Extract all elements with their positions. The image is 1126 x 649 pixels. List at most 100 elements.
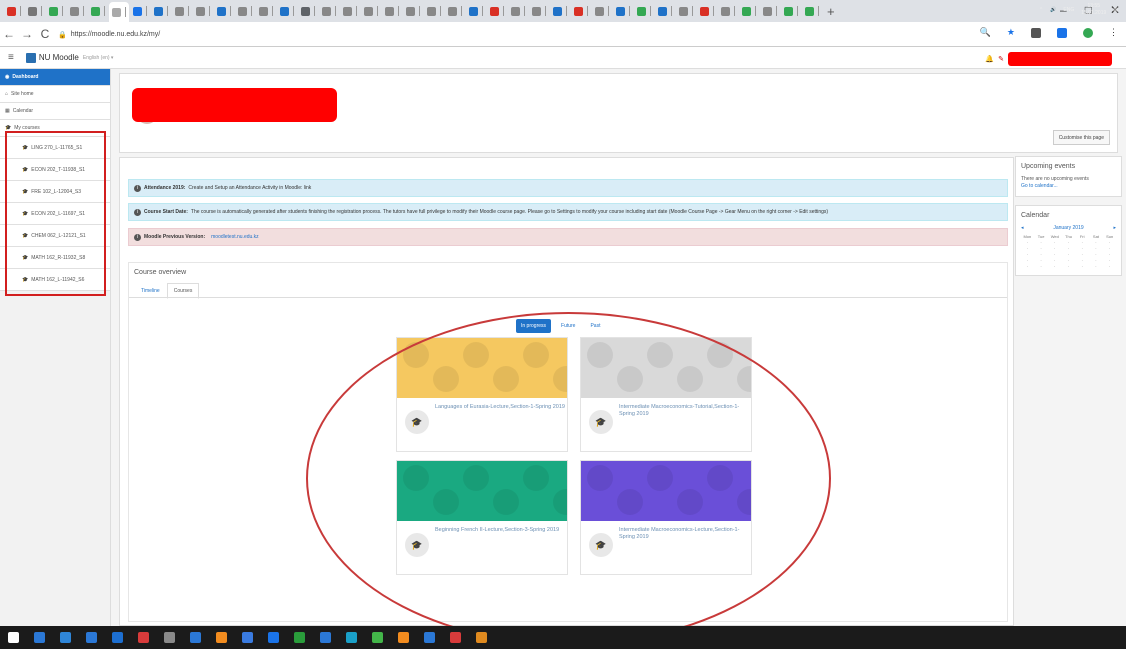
browser-tab[interactable] <box>760 3 780 19</box>
reload-button[interactable]: C <box>36 27 54 41</box>
browser-tab[interactable] <box>739 3 759 19</box>
calendar-day-cell[interactable]: · <box>1035 264 1048 269</box>
browser-tab[interactable] <box>88 3 108 19</box>
browser-tab[interactable] <box>319 3 339 19</box>
notifications-icon[interactable]: ▤ <box>1113 7 1118 13</box>
browser-tab[interactable] <box>361 3 381 19</box>
taskbar-app-icon[interactable] <box>138 632 149 643</box>
user-menu[interactable]: 🔔 ✎ <box>985 52 1112 66</box>
calendar-day-cell[interactable]: · <box>1103 240 1116 245</box>
browser-tab[interactable] <box>571 3 591 19</box>
calendar-day-cell[interactable]: · <box>1076 240 1089 245</box>
browser-tab[interactable] <box>676 3 696 19</box>
calendar-day-cell[interactable]: · <box>1035 240 1048 245</box>
calendar-day-cell[interactable]: · <box>1048 252 1061 257</box>
taskbar-app-icon[interactable] <box>242 632 253 643</box>
calendar-day-cell[interactable]: · <box>1062 246 1075 251</box>
calendar-day-cell[interactable]: · <box>1062 264 1075 269</box>
calendar-day-cell[interactable]: · <box>1021 252 1034 257</box>
taskbar-app-icon[interactable] <box>268 632 279 643</box>
browser-tab[interactable] <box>235 3 255 19</box>
extension-icon[interactable] <box>1031 27 1041 38</box>
taskbar-app-icon[interactable] <box>346 632 357 643</box>
taskbar-app-icon[interactable] <box>164 632 175 643</box>
language-indicator[interactable]: ENG <box>1063 7 1074 13</box>
calendar-day-cell[interactable]: · <box>1090 252 1103 257</box>
taskbar-app-icon[interactable] <box>86 632 97 643</box>
calendar-day-cell[interactable]: · <box>1062 258 1075 263</box>
calendar-day-cell[interactable]: · <box>1090 264 1103 269</box>
browser-tab[interactable] <box>403 3 423 19</box>
browser-tab[interactable] <box>130 3 150 19</box>
sidebar-item[interactable]: ▦ Calendar <box>0 103 110 120</box>
calendar-day-cell[interactable]: · <box>1021 240 1034 245</box>
taskbar-app-icon[interactable] <box>34 632 45 643</box>
browser-tab[interactable] <box>340 3 360 19</box>
taskbar-app-icon[interactable] <box>398 632 409 643</box>
taskbar-app-icon[interactable] <box>216 632 227 643</box>
taskbar-app-icon[interactable] <box>190 632 201 643</box>
browser-tab[interactable] <box>424 3 444 19</box>
browser-tab[interactable] <box>550 3 570 19</box>
message-icon[interactable]: ✎ <box>998 55 1004 63</box>
extension-icon-2[interactable] <box>1057 27 1067 38</box>
browser-tab[interactable] <box>298 3 318 19</box>
next-month-button[interactable]: ▸ <box>1113 225 1116 231</box>
browser-tab[interactable] <box>697 3 717 19</box>
calendar-day-cell[interactable]: · <box>1103 246 1116 251</box>
browser-tab[interactable] <box>46 3 66 19</box>
browser-tab[interactable] <box>109 2 129 22</box>
redacted-username[interactable] <box>1008 52 1112 66</box>
browser-tab[interactable] <box>508 3 528 19</box>
calendar-day-cell[interactable]: · <box>1048 258 1061 263</box>
taskbar-app-icon[interactable] <box>60 632 71 643</box>
calendar-day-cell[interactable]: · <box>1076 264 1089 269</box>
zoom-icon[interactable]: 🔍 <box>980 27 991 38</box>
browser-tab[interactable] <box>214 3 234 19</box>
bell-icon[interactable]: 🔔 <box>985 55 994 63</box>
calendar-day-cell[interactable]: · <box>1021 246 1034 251</box>
bookmark-star-icon[interactable]: ★ <box>1007 27 1015 38</box>
browser-tab[interactable] <box>781 3 801 19</box>
calendar-day-cell[interactable]: · <box>1048 246 1061 251</box>
prev-month-button[interactable]: ◂ <box>1021 225 1024 231</box>
calendar-day-cell[interactable]: · <box>1062 240 1075 245</box>
new-tab-button[interactable]: + <box>827 4 835 19</box>
language-menu[interactable]: English (en) ▾ <box>83 55 114 61</box>
calendar-day-cell[interactable]: · <box>1076 252 1089 257</box>
volume-icon[interactable]: 🔊 <box>1050 7 1056 13</box>
browser-tab[interactable] <box>151 3 171 19</box>
browser-tab[interactable] <box>25 3 45 19</box>
calendar-day-cell[interactable]: · <box>1090 246 1103 251</box>
alert-link[interactable]: moodletest.nu.edu.kz <box>211 234 259 240</box>
network-icon[interactable]: ⌃ <box>1039 7 1043 13</box>
calendar-day-cell[interactable]: · <box>1103 252 1116 257</box>
calendar-day-cell[interactable]: · <box>1076 246 1089 251</box>
calendar-day-cell[interactable]: · <box>1076 258 1089 263</box>
calendar-day-cell[interactable]: · <box>1103 258 1116 263</box>
browser-tab[interactable] <box>445 3 465 19</box>
taskbar-app-icon[interactable] <box>476 632 487 643</box>
hamburger-icon[interactable]: ≡ <box>8 52 14 63</box>
customise-page-button[interactable]: Customise this page <box>1052 130 1110 145</box>
calendar-day-cell[interactable]: · <box>1035 252 1048 257</box>
browser-tab[interactable] <box>4 3 24 19</box>
site-name[interactable]: NU Moodle <box>39 53 79 62</box>
browser-tab[interactable] <box>718 3 738 19</box>
calendar-month[interactable]: January 2019 <box>1053 225 1083 231</box>
back-button[interactable]: ← <box>0 27 18 41</box>
browser-tab[interactable] <box>466 3 486 19</box>
forward-button[interactable]: → <box>18 27 36 41</box>
start-icon[interactable] <box>8 632 19 643</box>
more-menu-icon[interactable]: ⋮ <box>1109 27 1118 38</box>
calendar-day-cell[interactable]: · <box>1062 252 1075 257</box>
browser-tab[interactable] <box>802 3 822 19</box>
browser-tab[interactable] <box>256 3 276 19</box>
calendar-day-cell[interactable]: · <box>1103 264 1116 269</box>
browser-tab[interactable] <box>193 3 213 19</box>
browser-tab[interactable] <box>487 3 507 19</box>
clock[interactable]: 13:55 15.01.2019 <box>1081 3 1106 17</box>
taskbar-app-icon[interactable] <box>112 632 123 643</box>
browser-tab[interactable] <box>634 3 654 19</box>
browser-tab[interactable] <box>592 3 612 19</box>
